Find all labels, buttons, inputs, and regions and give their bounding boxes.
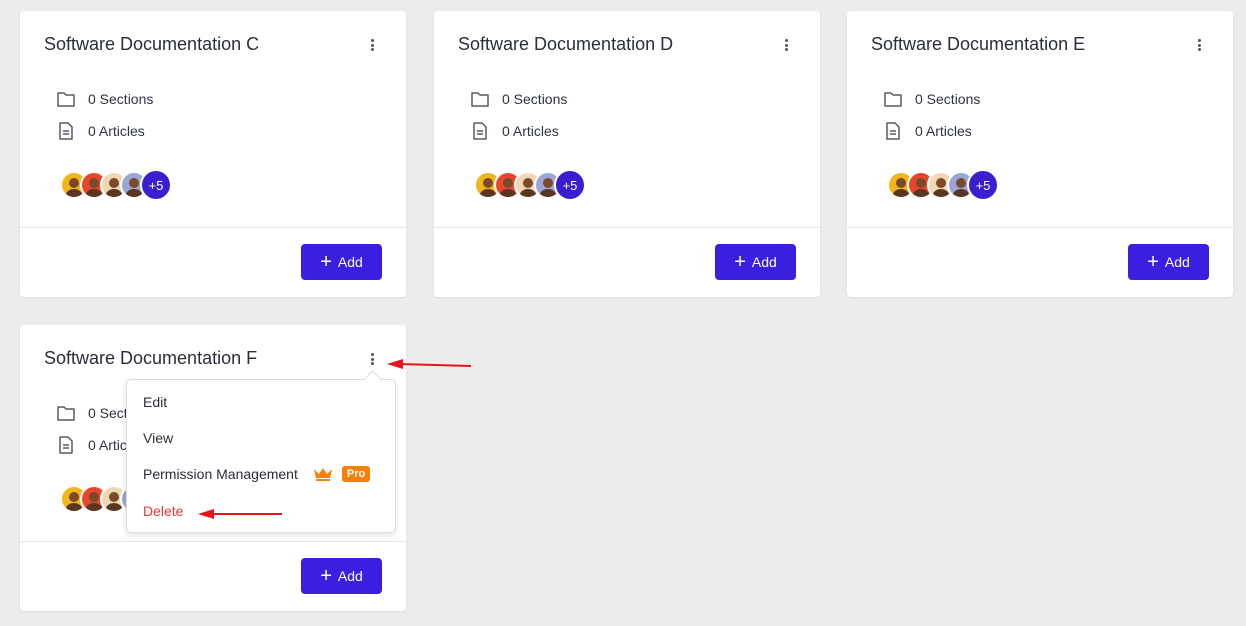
folder-icon xyxy=(471,92,489,107)
doc-card: Software Documentation E 0 Sections 0 Ar… xyxy=(847,11,1233,297)
add-label: Add xyxy=(337,254,363,270)
card-title: Software Documentation C xyxy=(44,34,260,54)
document-icon xyxy=(59,122,73,140)
card-divider xyxy=(847,227,1233,228)
add-button[interactable]: + Add xyxy=(1128,244,1209,280)
permission-label: Permission Management xyxy=(143,466,298,482)
add-button[interactable]: + Add xyxy=(301,244,382,280)
more-options-icon[interactable] xyxy=(1191,37,1207,53)
sections-count: 0 Sections xyxy=(470,89,567,109)
articles-label: 0 Articles xyxy=(502,123,559,139)
card-divider xyxy=(20,227,406,228)
card-title: Software Documentation E xyxy=(871,34,1086,54)
sections-count: 0 Sections xyxy=(883,89,980,109)
more-options-icon[interactable] xyxy=(364,37,380,53)
member-avatars[interactable]: +5 xyxy=(60,169,172,201)
plus-icon: + xyxy=(320,565,332,587)
menu-item-view[interactable]: View xyxy=(143,430,173,446)
menu-item-delete[interactable]: Delete xyxy=(143,503,183,519)
add-button[interactable]: + Add xyxy=(301,558,382,594)
card-title: Software Documentation D xyxy=(458,34,674,54)
card-divider xyxy=(20,541,406,542)
articles-count: 0 Articles xyxy=(470,121,559,141)
menu-item-edit[interactable]: Edit xyxy=(143,394,167,410)
sections-label: 0 Sections xyxy=(502,91,568,107)
articles-label: 0 Articles xyxy=(88,123,145,139)
more-members-badge[interactable]: +5 xyxy=(140,169,172,201)
articles-count: 0 Articles xyxy=(883,121,972,141)
card-divider xyxy=(434,227,820,228)
plus-icon: + xyxy=(734,251,746,273)
articles-label: 0 Articles xyxy=(915,123,972,139)
plus-icon: + xyxy=(1147,251,1159,273)
menu-item-permission-management[interactable]: Permission Management Pro xyxy=(143,466,371,482)
card-title: Software Documentation F xyxy=(44,348,258,368)
annotation-arrow-delete xyxy=(198,509,282,519)
folder-icon xyxy=(884,92,902,107)
folder-icon xyxy=(57,406,75,421)
sections-label: 0 Sections xyxy=(88,91,154,107)
plus-icon: + xyxy=(320,251,332,273)
document-icon xyxy=(473,122,487,140)
document-icon xyxy=(59,436,73,454)
articles-count: 0 Articles xyxy=(56,121,145,141)
add-label: Add xyxy=(337,568,363,584)
sections-label: 0 Sections xyxy=(915,91,981,107)
doc-card: Software Documentation C 0 Sections 0 Ar… xyxy=(20,11,406,297)
member-avatars[interactable]: +5 xyxy=(887,169,999,201)
document-icon xyxy=(886,122,900,140)
add-label: Add xyxy=(1164,254,1190,270)
more-options-icon[interactable] xyxy=(364,351,380,367)
doc-card: Software Documentation D 0 Sections 0 Ar… xyxy=(434,11,820,297)
member-avatars[interactable]: +5 xyxy=(474,169,586,201)
sections-count: 0 Sections xyxy=(56,89,153,109)
add-label: Add xyxy=(751,254,777,270)
more-members-badge[interactable]: +5 xyxy=(967,169,999,201)
pro-badge: Pro xyxy=(341,466,371,482)
more-members-badge[interactable]: +5 xyxy=(554,169,586,201)
add-button[interactable]: + Add xyxy=(715,244,796,280)
annotation-arrow-menu xyxy=(387,359,472,369)
folder-icon xyxy=(57,92,75,107)
more-options-icon[interactable] xyxy=(778,37,794,53)
crown-icon xyxy=(313,468,332,481)
